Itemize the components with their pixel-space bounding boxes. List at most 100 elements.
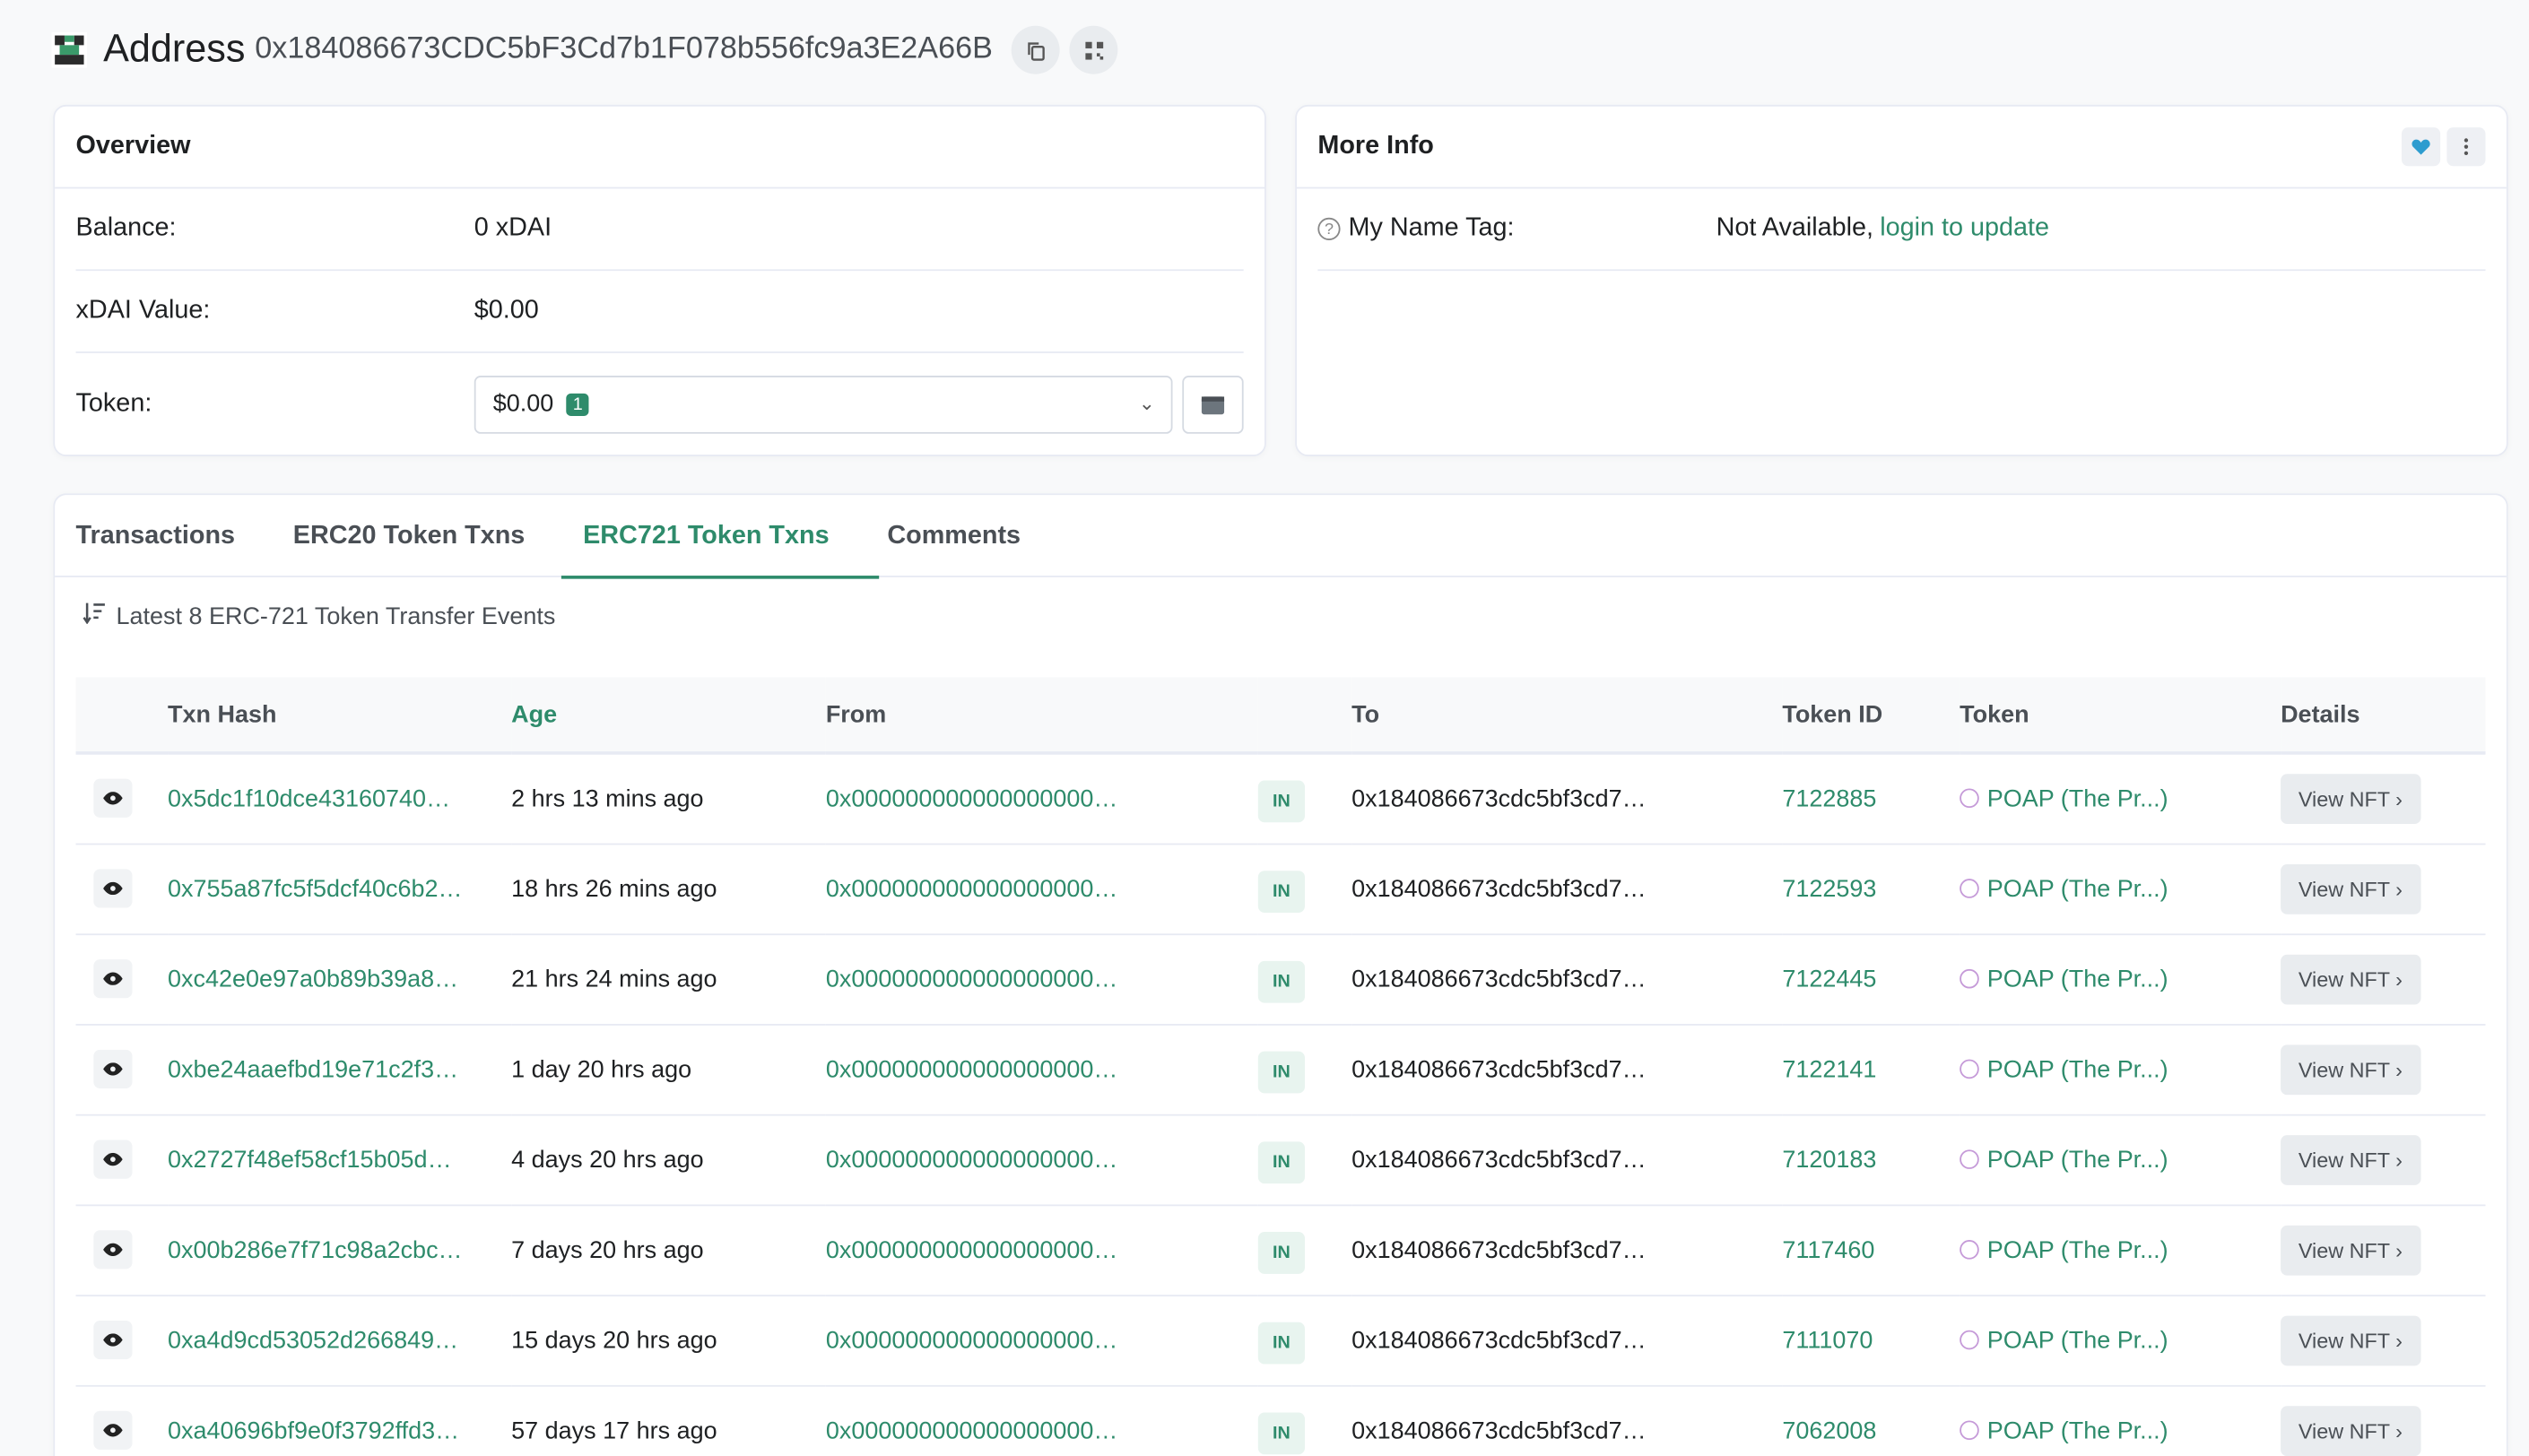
eye-icon[interactable]: [93, 959, 133, 999]
view-nft-button[interactable]: View NFT ›: [2281, 863, 2420, 914]
view-nft-button[interactable]: View NFT ›: [2281, 1134, 2420, 1184]
poap-token-icon: [1960, 788, 1979, 808]
token-name-link[interactable]: POAP (The Pr...): [1987, 1146, 2168, 1174]
row-eye-cell: [76, 844, 169, 934]
header-to: To: [1351, 700, 1380, 729]
token-id-link[interactable]: 7117460: [1782, 1236, 1874, 1264]
more-options-icon[interactable]: [2446, 127, 2486, 167]
table-row: 0xc42e0e97a0b89b39a8… 21 hrs 24 mins ago…: [75, 933, 2486, 1025]
copy-icon[interactable]: [1012, 25, 1061, 74]
view-nft-button[interactable]: View NFT ›: [2281, 1314, 2420, 1365]
token-name-link[interactable]: POAP (The Pr...): [1987, 1236, 2168, 1264]
view-nft-label: View NFT: [2298, 876, 2390, 901]
view-nft-label: View NFT: [2298, 1056, 2390, 1081]
poap-token-icon: [1960, 1329, 1979, 1349]
eye-icon[interactable]: [93, 1049, 133, 1088]
from-address-link[interactable]: 0x000000000000000000…: [826, 1055, 1118, 1083]
tab-transactions[interactable]: Transactions: [76, 495, 293, 577]
token-dropdown[interactable]: $0.00 1 ⌄: [474, 375, 1173, 433]
tab-comments[interactable]: Comments: [887, 495, 1049, 577]
latest-events-text: Latest 8 ERC-721 Token Transfer Events: [116, 602, 556, 630]
view-nft-button[interactable]: View NFT ›: [2281, 773, 2420, 824]
direction-badge: IN: [1257, 960, 1305, 1002]
more-info-header: More Info: [1296, 107, 2507, 189]
token-id-link[interactable]: 7122885: [1782, 784, 1876, 812]
table-row: 0x5dc1f10dce43160740… 2 hrs 13 mins ago …: [75, 753, 2486, 844]
eye-icon[interactable]: [93, 779, 133, 819]
age-cell: 2 hrs 13 mins ago: [511, 784, 704, 812]
from-address-link[interactable]: 0x000000000000000000…: [826, 784, 1118, 812]
txn-hash-link[interactable]: 0x5dc1f10dce43160740…: [168, 784, 450, 812]
from-address-link[interactable]: 0x000000000000000000…: [826, 1417, 1118, 1444]
address-hash: 0x184086673CDC5bF3Cd7b1F078b556fc9a3E2A6…: [255, 31, 993, 66]
value-value: $0.00: [474, 296, 539, 325]
token-id-link[interactable]: 7122141: [1782, 1055, 1876, 1083]
txn-hash-link[interactable]: 0x2727f48ef58cf15b05d…: [168, 1146, 452, 1174]
txn-hash-link[interactable]: 0x755a87fc5f5dcf40c6b2…: [168, 875, 462, 903]
table-row: 0x00b286e7f71c98a2cbc… 7 days 20 hrs ago…: [75, 1204, 2486, 1296]
chevron-right-icon: ›: [2395, 876, 2403, 901]
row-eye-cell: [76, 1385, 169, 1456]
txn-hash-link[interactable]: 0xc42e0e97a0b89b39a8…: [168, 965, 458, 992]
row-eye-cell: [76, 753, 169, 844]
row-eye-cell: [76, 1295, 169, 1385]
eye-icon[interactable]: [93, 1410, 133, 1450]
address-avatar-icon: [51, 31, 88, 68]
txn-hash-link[interactable]: 0xa40696bf9e0f3792ffd3…: [168, 1417, 459, 1444]
to-address: 0x184086673cdc5bf3cd7…: [1351, 1235, 1647, 1264]
login-link[interactable]: login to update: [1880, 214, 2049, 243]
from-address-link[interactable]: 0x000000000000000000…: [826, 875, 1118, 903]
poap-token-icon: [1960, 1239, 1979, 1259]
token-name-link[interactable]: POAP (The Pr...): [1987, 1417, 2168, 1444]
table-body: 0x5dc1f10dce43160740… 2 hrs 13 mins ago …: [75, 753, 2486, 1456]
view-nft-button[interactable]: View NFT ›: [2281, 1224, 2420, 1275]
eye-icon[interactable]: [93, 869, 133, 908]
poap-token-icon: [1960, 967, 1979, 988]
wallet-button[interactable]: [1182, 375, 1244, 433]
name-tag-label: My Name Tag:: [1348, 214, 1515, 242]
from-address-link[interactable]: 0x000000000000000000…: [826, 1236, 1118, 1264]
view-nft-button[interactable]: View NFT ›: [2281, 1044, 2420, 1095]
view-nft-button[interactable]: View NFT ›: [2281, 953, 2420, 1004]
token-row: Token: $0.00 1 ⌄: [76, 363, 1244, 446]
eye-icon[interactable]: [93, 1230, 133, 1270]
token-name-link[interactable]: POAP (The Pr...): [1987, 875, 2168, 903]
age-cell: 21 hrs 24 mins ago: [511, 965, 717, 992]
txn-hash-link[interactable]: 0xa4d9cd53052d266849…: [168, 1326, 458, 1354]
header-age[interactable]: Age: [511, 677, 826, 753]
header-eye: [76, 677, 169, 753]
from-address-link[interactable]: 0x000000000000000000…: [826, 965, 1118, 992]
tab-erc721-token-txns[interactable]: ERC721 Token Txns: [561, 495, 887, 579]
tab-erc20-token-txns[interactable]: ERC20 Token Txns: [293, 495, 583, 577]
eye-icon[interactable]: [93, 1140, 133, 1179]
txn-hash-link[interactable]: 0x00b286e7f71c98a2cbc…: [168, 1236, 463, 1264]
favorite-heart-icon[interactable]: [2401, 127, 2441, 167]
token-id-link[interactable]: 7122445: [1782, 965, 1876, 992]
token-name-link[interactable]: POAP (The Pr...): [1987, 965, 2168, 992]
token-id-link[interactable]: 7062008: [1782, 1417, 1876, 1444]
to-address: 0x184086673cdc5bf3cd7…: [1351, 1326, 1647, 1354]
from-address-link[interactable]: 0x000000000000000000…: [826, 1326, 1118, 1354]
poap-token-icon: [1960, 1148, 1979, 1169]
token-name-link[interactable]: POAP (The Pr...): [1987, 1055, 2168, 1083]
token-id-link[interactable]: 7111070: [1782, 1326, 1873, 1354]
eye-icon[interactable]: [93, 1320, 133, 1360]
row-eye-cell: [76, 1204, 169, 1295]
token-id-link[interactable]: 7120183: [1782, 1146, 1876, 1174]
age-cell: 15 days 20 hrs ago: [511, 1326, 717, 1354]
to-address: 0x184086673cdc5bf3cd7…: [1351, 1416, 1647, 1444]
poap-token-icon: [1960, 1058, 1979, 1079]
age-cell: 1 day 20 hrs ago: [511, 1055, 692, 1083]
poap-token-icon: [1960, 878, 1979, 897]
token-name-link[interactable]: POAP (The Pr...): [1987, 784, 2168, 812]
txn-hash-link[interactable]: 0xbe24aaefbd19e71c2f3…: [168, 1055, 458, 1083]
view-nft-button[interactable]: View NFT ›: [2281, 1405, 2420, 1456]
wallet-icon: [1201, 395, 1225, 414]
header-token-id: Token ID: [1782, 700, 1883, 729]
token-name-link[interactable]: POAP (The Pr...): [1987, 1326, 2168, 1354]
from-address-link[interactable]: 0x000000000000000000…: [826, 1146, 1118, 1174]
qr-code-icon[interactable]: [1070, 25, 1119, 74]
token-id-link[interactable]: 7122593: [1782, 875, 1876, 903]
row-eye-cell: [76, 1024, 169, 1114]
age-cell: 57 days 17 hrs ago: [511, 1416, 717, 1444]
